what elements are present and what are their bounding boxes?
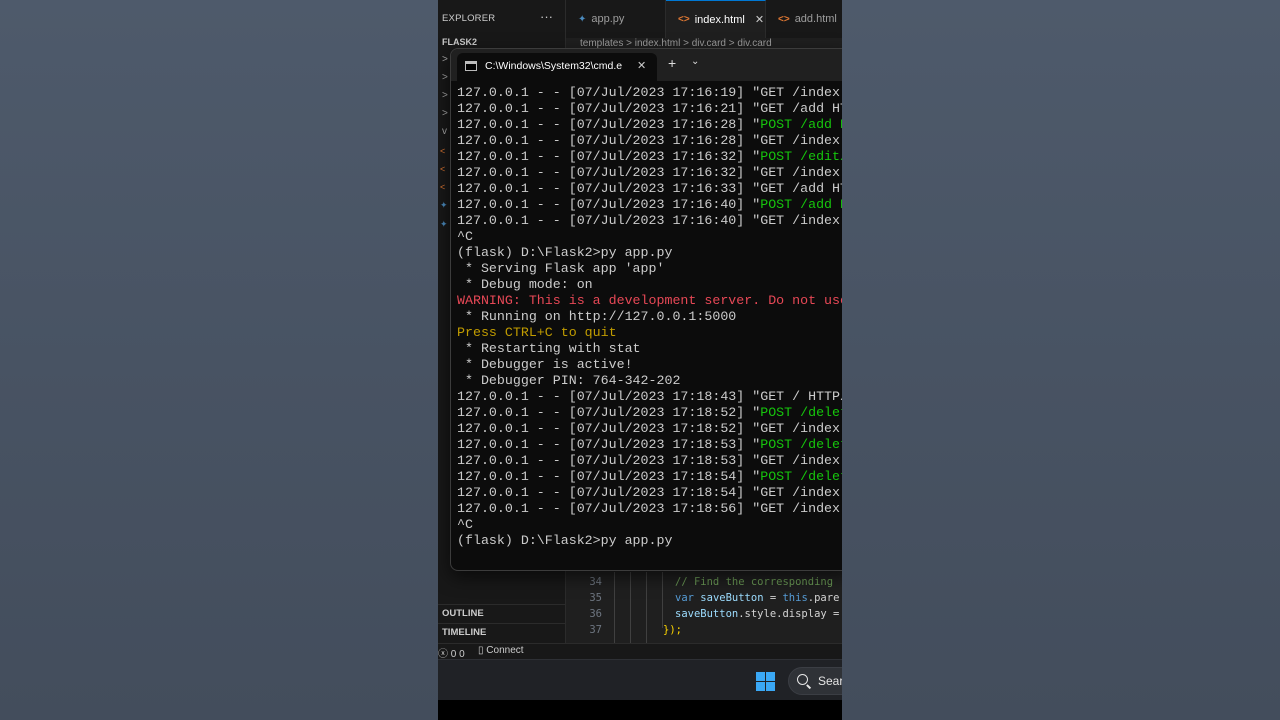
terminal-tab-title: C:\Windows\System32\cmd.e: [485, 60, 623, 72]
close-icon[interactable]: ✕: [637, 59, 646, 72]
chevron-right-icon[interactable]: >: [442, 54, 448, 65]
problems-count[interactable]: ⓧ 0 0: [438, 645, 465, 660]
tab-label: add.html: [794, 13, 837, 25]
code-line: 35 var saveButton = this.pare: [566, 592, 842, 608]
tab-index-html[interactable]: <> index.html ✕: [666, 0, 766, 38]
terminal-line: * Debugger is active!: [457, 357, 633, 372]
terminal-line: WARNING: This is a development server. D…: [457, 293, 842, 308]
python-file-icon: ✦: [440, 219, 448, 229]
outline-section[interactable]: OUTLINE: [442, 608, 484, 619]
code-text: var saveButton = this.pare: [675, 592, 840, 604]
search-icon: [797, 674, 808, 685]
search-label: Search: [818, 674, 842, 688]
cmd-icon: [465, 61, 477, 71]
terminal-line: 127.0.0.1 - - [07/Jul/2023 17:16:19] "GE…: [457, 85, 842, 100]
code-editor[interactable]: 34 // Find the corresponding 35 var save…: [566, 572, 842, 643]
terminal-line: (flask) D:\Flask2>py app.py: [457, 533, 673, 548]
terminal-tab[interactable]: C:\Windows\System32\cmd.e ✕: [457, 53, 657, 81]
html-file-icon: <: [440, 164, 446, 174]
line-number: 36: [589, 608, 602, 620]
terminal-line: 127.0.0.1 - - [07/Jul/2023 17:18:52] "GE…: [457, 421, 842, 436]
terminal-line: 127.0.0.1 - - [07/Jul/2023 17:18:53] "PO…: [457, 437, 842, 452]
code-text: // Find the corresponding: [675, 576, 834, 588]
html-file-icon: <: [440, 182, 446, 192]
terminal-line: 127.0.0.1 - - [07/Jul/2023 17:16:28] "GE…: [457, 133, 842, 148]
terminal-line: 127.0.0.1 - - [07/Jul/2023 17:18:52] "PO…: [457, 405, 842, 420]
terminal-line: 127.0.0.1 - - [07/Jul/2023 17:18:54] "PO…: [457, 469, 842, 484]
line-number: 34: [589, 576, 602, 588]
terminal-line: 127.0.0.1 - - [07/Jul/2023 17:16:40] "GE…: [457, 213, 842, 228]
background-left: [0, 0, 438, 720]
code-line: 37 });: [566, 624, 842, 640]
editor-tabbar: ✦ app.py <> index.html ✕ <> add.html: [566, 0, 842, 38]
terminal-line: 127.0.0.1 - - [07/Jul/2023 17:16:40] "PO…: [457, 197, 842, 212]
terminal-tabbar: C:\Windows\System32\cmd.e ✕ + ⌄: [451, 49, 842, 81]
chevron-down-icon[interactable]: ⌄: [691, 56, 699, 67]
status-bar: ⓧ 0 0 ▯ Connect: [438, 643, 842, 660]
connect-button[interactable]: ▯ Connect: [478, 645, 524, 656]
terminal-line: 127.0.0.1 - - [07/Jul/2023 17:16:33] "GE…: [457, 181, 842, 196]
terminal-line: ^C: [457, 229, 473, 244]
line-number: 35: [589, 592, 602, 604]
section-divider: [438, 623, 566, 624]
tab-add-html[interactable]: <> add.html: [766, 0, 842, 38]
code-text: });: [663, 624, 682, 636]
python-file-icon: ✦: [440, 200, 448, 210]
terminal-line: * Restarting with stat: [457, 341, 641, 356]
background-right: [842, 0, 1280, 720]
code-text: saveButton.style.display =: [675, 608, 840, 620]
cmd-terminal-window[interactable]: C:\Windows\System32\cmd.e ✕ + ⌄ 127.0.0.…: [450, 48, 842, 571]
explorer-title: EXPLORER: [442, 13, 496, 24]
project-folder[interactable]: FLASK2: [442, 37, 477, 47]
terminal-line: 127.0.0.1 - - [07/Jul/2023 17:16:32] "GE…: [457, 165, 842, 180]
terminal-line: * Debugger PIN: 764-342-202: [457, 373, 681, 388]
terminal-line: * Running on http://127.0.0.1:5000: [457, 309, 737, 324]
terminal-output[interactable]: 127.0.0.1 - - [07/Jul/2023 17:16:19] "GE…: [451, 81, 842, 570]
terminal-line: ^C: [457, 517, 473, 532]
tab-label: index.html: [694, 13, 745, 26]
terminal-line: * Serving Flask app 'app': [457, 261, 665, 276]
html-file-icon: <: [440, 146, 446, 156]
line-number: 37: [589, 624, 602, 636]
taskbar-search[interactable]: Search: [788, 667, 842, 695]
html-file-icon: <>: [778, 13, 790, 25]
terminal-line: 127.0.0.1 - - [07/Jul/2023 17:18:43] "GE…: [457, 389, 842, 404]
screen-recording-frame: EXPLORER ··· FLASK2 > > > > v < < < ✦ ✦ …: [438, 0, 842, 720]
windows-start-icon[interactable]: [756, 672, 775, 691]
new-tab-icon[interactable]: +: [668, 56, 676, 70]
letterbox-bar: [438, 700, 842, 720]
taskbar: Search: [438, 659, 842, 700]
chevron-right-icon[interactable]: >: [442, 108, 448, 119]
html-file-icon: <>: [678, 14, 690, 25]
section-divider: [438, 604, 566, 605]
terminal-line: (flask) D:\Flask2>py app.py: [457, 245, 673, 260]
chevron-right-icon[interactable]: >: [442, 90, 448, 101]
code-line: 36 saveButton.style.display =: [566, 608, 842, 624]
terminal-line: 127.0.0.1 - - [07/Jul/2023 17:18:53] "GE…: [457, 453, 842, 468]
terminal-line: 127.0.0.1 - - [07/Jul/2023 17:16:21] "GE…: [457, 101, 842, 116]
terminal-line: 127.0.0.1 - - [07/Jul/2023 17:18:54] "GE…: [457, 485, 842, 500]
terminal-line: 127.0.0.1 - - [07/Jul/2023 17:18:56] "GE…: [457, 501, 842, 516]
code-line: 34 // Find the corresponding: [566, 576, 842, 592]
close-icon[interactable]: ✕: [755, 13, 764, 26]
tab-label: app.py: [591, 13, 625, 25]
chevron-down-icon[interactable]: v: [442, 126, 447, 137]
terminal-line: 127.0.0.1 - - [07/Jul/2023 17:16:32] "PO…: [457, 149, 842, 164]
more-actions-icon[interactable]: ···: [540, 9, 553, 24]
chevron-right-icon[interactable]: >: [442, 72, 448, 83]
timeline-section[interactable]: TIMELINE: [442, 627, 486, 638]
terminal-line: * Debug mode: on: [457, 277, 593, 292]
terminal-line: 127.0.0.1 - - [07/Jul/2023 17:16:28] "PO…: [457, 117, 842, 132]
tab-app-py[interactable]: ✦ app.py: [566, 0, 666, 38]
terminal-line: Press CTRL+C to quit: [457, 325, 617, 340]
python-file-icon: ✦: [578, 13, 587, 25]
